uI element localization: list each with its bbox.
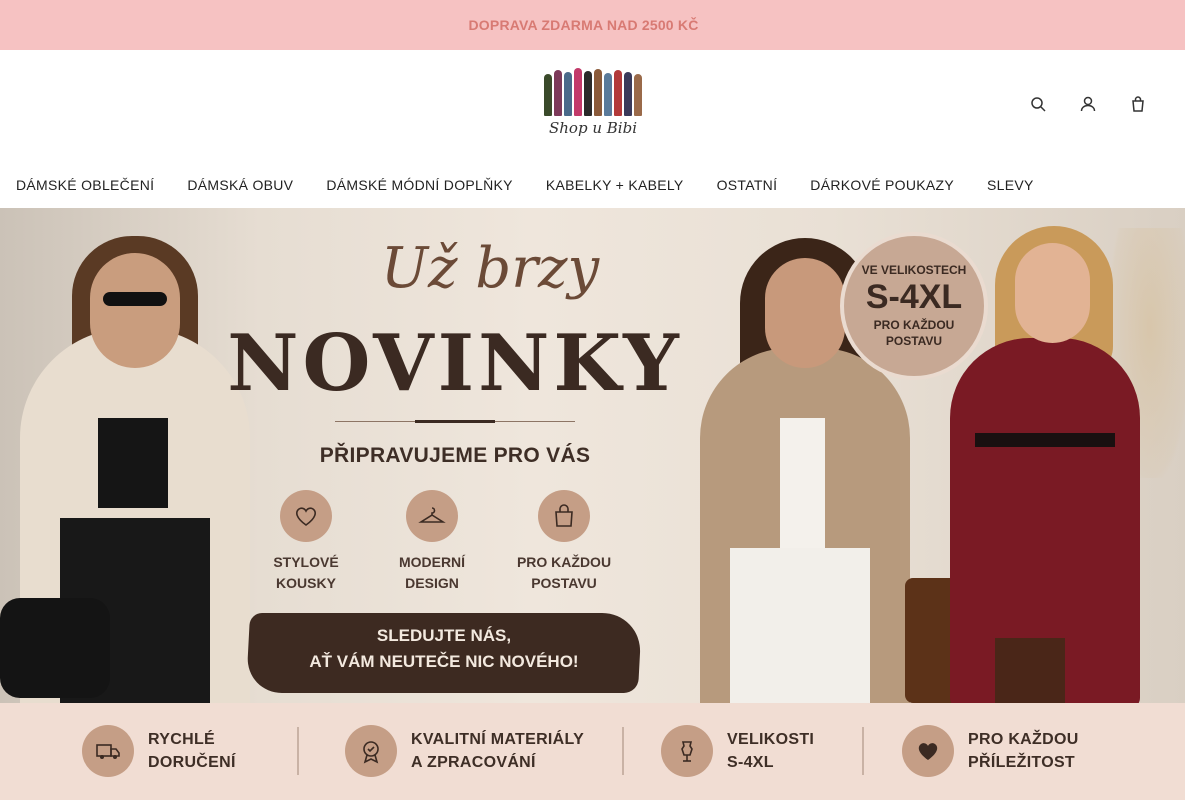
feature-label: MODERNÍ DESIGN xyxy=(398,554,466,591)
user-icon xyxy=(1080,96,1096,112)
dress-form-icon xyxy=(681,741,693,762)
benefit-label: KVALITNÍ MATERIÁLY A ZPRACOVÁNÍ xyxy=(411,731,585,771)
search-button[interactable] xyxy=(1028,94,1048,114)
main-nav: DÁMSKÉ OBLEČENÍ DÁMSKÁ OBUV DÁMSKÉ MÓDNÍ… xyxy=(0,162,1185,208)
benefit-divider xyxy=(297,727,299,775)
benefit-label: VELIKOSTI S-4XL xyxy=(727,731,815,771)
feature-label: PRO KAŽDOU POSTAVU xyxy=(516,554,612,591)
feature-label: STYLOVÉ KOUSKY xyxy=(273,554,339,591)
benefit-every-occasion: PRO KAŽDOU PŘÍLEŽITOST xyxy=(902,725,1079,777)
nav-item-damske-modni-doplnky[interactable]: DÁMSKÉ MÓDNÍ DOPLŇKY xyxy=(326,177,512,193)
account-button[interactable] xyxy=(1078,94,1098,114)
hero-script-heading: Už brzy xyxy=(380,236,600,301)
benefit-divider xyxy=(862,727,864,775)
nav-item-slevy[interactable]: SLEVY xyxy=(987,177,1034,193)
size-badge: VE VELIKOSTECH S-4XL PRO KAŽDOU POSTAVU xyxy=(840,232,988,380)
hanger-icon xyxy=(418,507,446,523)
logo[interactable]: Shop u Bibi xyxy=(536,68,650,144)
heart-icon xyxy=(296,507,316,526)
logo-illustration xyxy=(536,68,650,116)
nav-item-damska-obuv[interactable]: DÁMSKÁ OBUV xyxy=(187,177,293,193)
logo-text: Shop u Bibi xyxy=(549,119,637,137)
badge-top-text: VE VELIKOSTECH xyxy=(861,263,967,277)
feature-stylove-kousky: STYLOVÉ KOUSKY xyxy=(246,490,366,594)
benefit-divider xyxy=(622,727,624,775)
search-icon xyxy=(1031,97,1046,112)
nav-item-kabelky[interactable]: KABELKY + KABELY xyxy=(546,177,684,193)
badge-size-range: S-4XL xyxy=(865,278,963,316)
nav-item-ostatni[interactable]: OSTATNÍ xyxy=(717,177,778,193)
truck-icon xyxy=(96,744,120,759)
hero-follow-text: SLEDUJTE NÁS, AŤ VÁM NEUTEČE NIC NOVÉHO! xyxy=(309,626,579,671)
benefit-sizes: VELIKOSTI S-4XL xyxy=(661,725,814,777)
feature-moderni-design: MODERNÍ DESIGN xyxy=(372,490,492,594)
heart-icon xyxy=(918,743,938,760)
hero-banner[interactable]: Už brzy NOVINKY PŘIPRAVUJEME PRO VÁS STY… xyxy=(0,208,1185,703)
shopping-bag-icon xyxy=(555,504,573,527)
cart-button[interactable] xyxy=(1128,94,1148,114)
promo-text: DOPRAVA ZDARMA NAD 2500 KČ xyxy=(468,17,699,33)
badge-bottom-text: PRO KAŽDOU POSTAVU xyxy=(873,318,955,348)
benefit-label: RYCHLÉ DORUČENÍ xyxy=(148,731,236,771)
benefit-label: PRO KAŽDOU PŘÍLEŽITOST xyxy=(968,731,1079,771)
hero-subtitle: PŘIPRAVUJEME PRO VÁS xyxy=(319,444,591,467)
nav-item-damske-obleceni[interactable]: DÁMSKÉ OBLEČENÍ xyxy=(16,177,154,193)
benefit-fast-delivery: RYCHLÉ DORUČENÍ xyxy=(82,725,236,777)
quality-badge-icon xyxy=(363,741,379,764)
nav-item-darkove-poukazy[interactable]: DÁRKOVÉ POUKAZY xyxy=(810,177,954,193)
benefits-strip: RYCHLÉ DORUČENÍ KVALITNÍ MATERIÁLY A ZPR… xyxy=(0,703,1185,800)
promo-bar: DOPRAVA ZDARMA NAD 2500 KČ xyxy=(0,0,1185,50)
header: Shop u Bibi xyxy=(0,50,1185,162)
feature-pro-kazdou-postavu: PRO KAŽDOU POSTAVU xyxy=(504,490,624,594)
hero-title: NOVINKY xyxy=(227,318,683,409)
header-icons xyxy=(1028,94,1148,114)
cart-icon xyxy=(1132,96,1144,112)
benefit-quality: KVALITNÍ MATERIÁLY A ZPRACOVÁNÍ xyxy=(345,725,584,777)
